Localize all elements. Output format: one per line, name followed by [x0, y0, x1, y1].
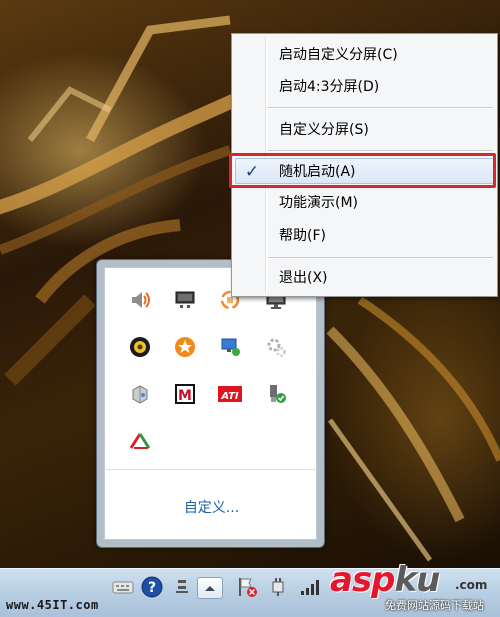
site-watermark: www.45IT.com — [6, 598, 99, 612]
menu-item-help[interactable]: 帮助(F) — [235, 223, 494, 249]
network-connection-icon[interactable] — [218, 335, 242, 359]
red-triangle-icon[interactable] — [128, 429, 152, 453]
menu-item-start-custom-split[interactable]: 启动自定义分屏(C) — [235, 42, 494, 68]
menu-item-custom-split[interactable]: 自定义分屏(S) — [235, 117, 494, 143]
monitor-icon[interactable] — [173, 288, 197, 312]
aspku-watermark-logo: aspku .com 免费网站源码下载站 — [330, 560, 500, 616]
keyboard-icon[interactable] — [111, 575, 135, 599]
logo-tagline: 免费网站源码下载站 — [385, 599, 484, 612]
action-center-flag-icon[interactable] — [235, 575, 259, 599]
help-icon[interactable]: ? — [140, 575, 164, 599]
menu-item-label: 启动4:3分屏(D) — [279, 79, 380, 95]
orange-star-icon[interactable] — [173, 335, 197, 359]
menu-separator — [268, 107, 493, 109]
window-switch-icon[interactable] — [170, 575, 194, 599]
chevron-up-icon — [205, 586, 215, 591]
show-hidden-icons-button[interactable] — [197, 577, 223, 599]
menu-item-label: 功能演示(M) — [279, 195, 359, 211]
logo-domain: .com — [455, 578, 488, 592]
svg-text:M: M — [178, 388, 192, 404]
ati-icon[interactable]: ATI — [218, 382, 242, 406]
usb-safe-remove-icon[interactable] — [264, 382, 288, 406]
volume-icon[interactable] — [128, 288, 152, 312]
menu-item-start-4-3-split[interactable]: 启动4:3分屏(D) — [235, 74, 494, 100]
yellow-circle-icon[interactable] — [128, 335, 152, 359]
logo-brand-red: asp — [330, 560, 396, 600]
logo-brand-gray: ku — [394, 560, 441, 600]
menu-item-exit[interactable]: 退出(X) — [235, 265, 494, 291]
logo-brand: aspku — [330, 560, 441, 600]
customize-link[interactable]: 自定义... — [97, 497, 326, 517]
menu-item-label: 退出(X) — [279, 270, 328, 286]
menu-item-label: 自定义分屏(S) — [279, 122, 369, 138]
menu-item-label: 帮助(F) — [279, 228, 326, 244]
gear-icon[interactable] — [264, 335, 288, 359]
tray-popup-divider — [104, 469, 317, 470]
highlight-annotation-box — [229, 153, 496, 188]
menu-item-feature-demo[interactable]: 功能演示(M) — [235, 190, 494, 216]
svg-text:ATI: ATI — [220, 391, 239, 402]
menu-item-label: 启动自定义分屏(C) — [279, 47, 398, 63]
menu-separator — [268, 257, 493, 259]
notification-area-overflow-popup: M ATI 自定义... — [96, 259, 325, 548]
svg-text:?: ? — [148, 580, 156, 596]
signal-strength-icon[interactable] — [298, 575, 322, 599]
power-plug-icon[interactable] — [267, 575, 291, 599]
mcafee-icon[interactable]: M — [173, 382, 197, 406]
menu-separator — [268, 150, 493, 152]
disk-icon[interactable] — [128, 382, 152, 406]
